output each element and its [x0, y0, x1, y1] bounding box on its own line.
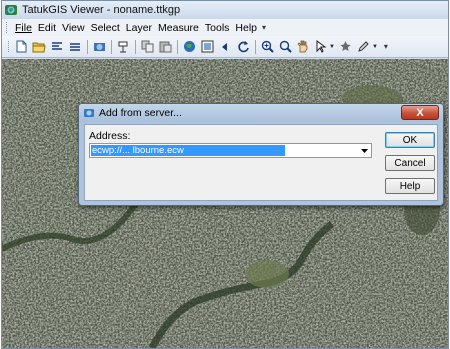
menu-edit[interactable]: Edit: [35, 22, 59, 34]
menu-bar: File Edit View Select Layer Measure Tool…: [2, 19, 448, 36]
star-icon[interactable]: [339, 40, 353, 54]
ok-button[interactable]: OK: [385, 132, 435, 148]
zoom-extent-icon[interactable]: [200, 40, 214, 54]
menu-file[interactable]: File: [12, 22, 35, 34]
back-icon[interactable]: [218, 40, 232, 54]
toolbar-separator: [135, 39, 136, 54]
list-icon[interactable]: [68, 40, 82, 54]
close-icon: X: [416, 106, 424, 119]
select-dropdown-chevron-icon[interactable]: ▼: [329, 44, 335, 50]
toolbar-separator: [111, 39, 112, 54]
align-icon[interactable]: [50, 40, 64, 54]
chevron-down-icon[interactable]: [358, 145, 370, 156]
toolbar-separator: [87, 39, 88, 54]
edit-dropdown-chevron-icon[interactable]: ▼: [372, 44, 378, 50]
open-folder-icon[interactable]: [32, 40, 46, 54]
zoom-in-icon[interactable]: [260, 40, 274, 54]
address-combobox[interactable]: ecwp://... lbourne.ecw: [89, 143, 372, 158]
layer-icon[interactable]: [116, 40, 130, 54]
dialog-body: Address: ecwp://... lbourne.ecw OK Cance…: [84, 124, 438, 201]
new-file-icon[interactable]: [14, 40, 28, 54]
app-window: TatukGIS Viewer - noname.ttkgp File Edit…: [1, 0, 449, 349]
globe-icon[interactable]: [182, 40, 196, 54]
menu-grip[interactable]: [6, 22, 9, 33]
menu-select[interactable]: Select: [88, 22, 123, 34]
toolbar-grip[interactable]: [8, 41, 11, 52]
cancel-button[interactable]: Cancel: [385, 155, 435, 171]
toolbar-separator: [255, 39, 256, 54]
paste-icon[interactable]: [158, 40, 172, 54]
window-title: TatukGIS Viewer - noname.ttkgp: [22, 4, 181, 16]
refresh-icon[interactable]: [236, 40, 250, 54]
address-input[interactable]: ecwp://... lbourne.ecw: [91, 145, 285, 156]
app-globe-icon: [5, 5, 17, 15]
menu-tools[interactable]: Tools: [202, 22, 233, 34]
zoom-icon[interactable]: [278, 40, 292, 54]
toolbar-overflow-chevron-icon[interactable]: ▾: [384, 42, 388, 51]
dialog-title-bar: Add from server... X: [79, 104, 443, 122]
dialog-close-button[interactable]: X: [401, 105, 439, 120]
toolbar-separator: [177, 39, 178, 54]
menu-layer[interactable]: Layer: [123, 22, 155, 34]
title-bar: TatukGIS Viewer - noname.ttkgp: [2, 1, 448, 19]
menu-overflow-chevron-icon[interactable]: ▾: [262, 23, 266, 32]
add-from-server-dialog: Add from server... X Address: ecwp://...…: [78, 103, 444, 206]
pen-edit-icon[interactable]: [357, 40, 371, 54]
address-label: Address:: [89, 130, 131, 142]
server-icon: [84, 109, 94, 117]
dialog-title: Add from server...: [99, 107, 182, 119]
select-arrow-icon[interactable]: [314, 40, 328, 54]
copy-icon[interactable]: [140, 40, 154, 54]
help-button[interactable]: Help: [385, 178, 435, 194]
menu-measure[interactable]: Measure: [155, 22, 202, 34]
globe-add-icon[interactable]: [92, 40, 106, 54]
menu-help[interactable]: Help: [232, 22, 260, 34]
toolbar: ▼ ▼ ▾: [2, 36, 448, 58]
hand-pan-icon[interactable]: [296, 40, 310, 54]
menu-view[interactable]: View: [59, 22, 88, 34]
